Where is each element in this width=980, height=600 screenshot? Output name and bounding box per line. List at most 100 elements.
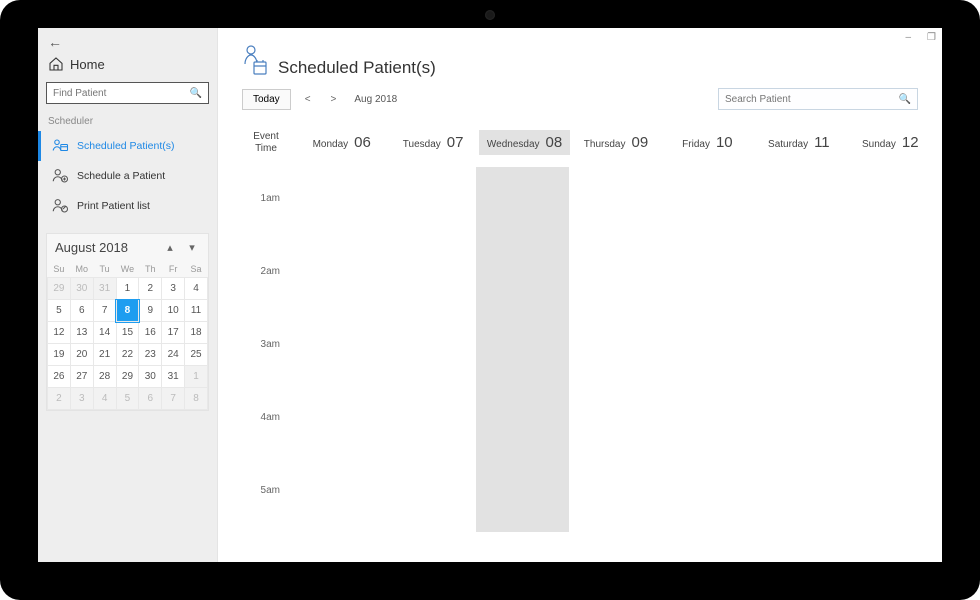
time-slot[interactable] xyxy=(849,386,942,459)
mini-calendar-day[interactable]: 11 xyxy=(185,300,208,322)
nav-print-patient-list[interactable]: Print Patient list xyxy=(38,191,217,221)
day-header[interactable]: Tuesday07 xyxy=(387,130,478,155)
time-slot[interactable] xyxy=(383,386,476,459)
mini-calendar-day[interactable]: 10 xyxy=(162,300,185,322)
mini-calendar-day[interactable]: 16 xyxy=(139,322,162,344)
search-patient-input[interactable]: 🔍 xyxy=(718,88,918,110)
time-slot[interactable] xyxy=(290,459,383,532)
mini-calendar-day[interactable]: 1 xyxy=(185,366,208,388)
time-slot[interactable] xyxy=(290,313,383,386)
mini-calendar-day[interactable]: 13 xyxy=(70,322,93,344)
mini-calendar-day[interactable]: 5 xyxy=(116,388,139,410)
mini-calendar-day[interactable]: 24 xyxy=(162,344,185,366)
time-slot[interactable] xyxy=(663,459,756,532)
time-slot[interactable] xyxy=(663,240,756,313)
time-slot[interactable] xyxy=(756,459,849,532)
back-button[interactable]: ← xyxy=(38,28,217,50)
mini-calendar-day[interactable]: 3 xyxy=(70,388,93,410)
find-patient-input[interactable]: 🔍 xyxy=(46,82,209,104)
time-slot[interactable] xyxy=(849,459,942,532)
mini-calendar-day[interactable]: 25 xyxy=(185,344,208,366)
find-patient-field[interactable] xyxy=(53,88,190,99)
time-slot[interactable] xyxy=(663,313,756,386)
day-header[interactable]: Saturday11 xyxy=(753,130,844,155)
time-slot[interactable] xyxy=(756,167,849,240)
week-next[interactable]: > xyxy=(325,92,343,107)
mini-calendar-day[interactable]: 30 xyxy=(70,278,93,300)
time-slot[interactable] xyxy=(290,167,383,240)
mini-calendar-day[interactable]: 29 xyxy=(116,366,139,388)
mini-calendar-day[interactable]: 20 xyxy=(70,344,93,366)
mini-calendar-day[interactable]: 9 xyxy=(139,300,162,322)
day-header[interactable]: Monday06 xyxy=(296,130,387,155)
mini-calendar-day[interactable]: 5 xyxy=(48,300,71,322)
day-header[interactable]: Sunday12 xyxy=(845,130,936,155)
mini-calendar-day[interactable]: 8 xyxy=(185,388,208,410)
day-header[interactable]: Thursday09 xyxy=(570,130,661,155)
mini-calendar-day[interactable]: 6 xyxy=(139,388,162,410)
mini-calendar-day[interactable]: 19 xyxy=(48,344,71,366)
mini-calendar-next[interactable]: ▾ xyxy=(184,241,200,254)
mini-calendar-day[interactable]: 3 xyxy=(162,278,185,300)
day-header[interactable]: Friday10 xyxy=(662,130,753,155)
time-slot[interactable] xyxy=(849,313,942,386)
time-slot[interactable] xyxy=(383,167,476,240)
time-slot[interactable] xyxy=(849,167,942,240)
mini-calendar-day[interactable]: 29 xyxy=(48,278,71,300)
home-link[interactable]: Home xyxy=(38,50,217,82)
mini-calendar-day[interactable]: 12 xyxy=(48,322,71,344)
mini-calendar-day[interactable]: 31 xyxy=(162,366,185,388)
time-slot[interactable] xyxy=(290,240,383,313)
mini-calendar-day[interactable]: 21 xyxy=(93,344,116,366)
mini-calendar-day[interactable]: 23 xyxy=(139,344,162,366)
nav-schedule-patient[interactable]: Schedule a Patient xyxy=(38,161,217,191)
mini-calendar-day[interactable]: 17 xyxy=(162,322,185,344)
mini-calendar-day[interactable]: 2 xyxy=(139,278,162,300)
time-slot[interactable] xyxy=(476,167,569,240)
time-slot[interactable] xyxy=(290,386,383,459)
mini-calendar-day[interactable]: 2 xyxy=(48,388,71,410)
time-slot[interactable] xyxy=(383,240,476,313)
time-slot[interactable] xyxy=(476,386,569,459)
time-slot[interactable] xyxy=(849,240,942,313)
mini-calendar-day[interactable]: 28 xyxy=(93,366,116,388)
time-slot[interactable] xyxy=(756,240,849,313)
mini-calendar-day[interactable]: 4 xyxy=(185,278,208,300)
search-patient-field[interactable] xyxy=(725,94,899,105)
time-slot[interactable] xyxy=(569,459,662,532)
time-slot[interactable] xyxy=(383,313,476,386)
time-slot[interactable] xyxy=(663,386,756,459)
mini-calendar-day[interactable]: 14 xyxy=(93,322,116,344)
time-slot[interactable] xyxy=(569,313,662,386)
mini-calendar-prev[interactable]: ▴ xyxy=(162,241,178,254)
mini-calendar-day[interactable]: 7 xyxy=(93,300,116,322)
time-slot[interactable] xyxy=(476,313,569,386)
time-slot[interactable] xyxy=(383,459,476,532)
time-slot[interactable] xyxy=(663,167,756,240)
mini-calendar-day[interactable]: 6 xyxy=(70,300,93,322)
week-prev[interactable]: < xyxy=(299,92,317,107)
mini-calendar-day[interactable]: 8 xyxy=(116,300,139,322)
time-slot[interactable] xyxy=(569,386,662,459)
time-slot[interactable] xyxy=(476,240,569,313)
mini-calendar-day[interactable]: 27 xyxy=(70,366,93,388)
mini-calendar-day[interactable]: 26 xyxy=(48,366,71,388)
mini-calendar-day[interactable]: 4 xyxy=(93,388,116,410)
window-restore[interactable]: ❐ xyxy=(927,32,936,43)
mini-calendar-day[interactable]: 18 xyxy=(185,322,208,344)
time-slot[interactable] xyxy=(756,313,849,386)
mini-calendar-day[interactable]: 22 xyxy=(116,344,139,366)
mini-calendar-day[interactable]: 31 xyxy=(93,278,116,300)
mini-calendar-day[interactable]: 1 xyxy=(116,278,139,300)
day-header[interactable]: Wednesday08 xyxy=(479,130,570,155)
time-slot[interactable] xyxy=(569,240,662,313)
time-slot[interactable] xyxy=(569,167,662,240)
mini-calendar-day[interactable]: 15 xyxy=(116,322,139,344)
time-slot[interactable] xyxy=(476,459,569,532)
mini-calendar-day[interactable]: 30 xyxy=(139,366,162,388)
time-slot[interactable] xyxy=(756,386,849,459)
nav-scheduled-patients[interactable]: Scheduled Patient(s) xyxy=(38,131,217,161)
today-button[interactable]: Today xyxy=(242,89,291,110)
mini-calendar-day[interactable]: 7 xyxy=(162,388,185,410)
window-minimize[interactable]: – xyxy=(905,32,911,43)
